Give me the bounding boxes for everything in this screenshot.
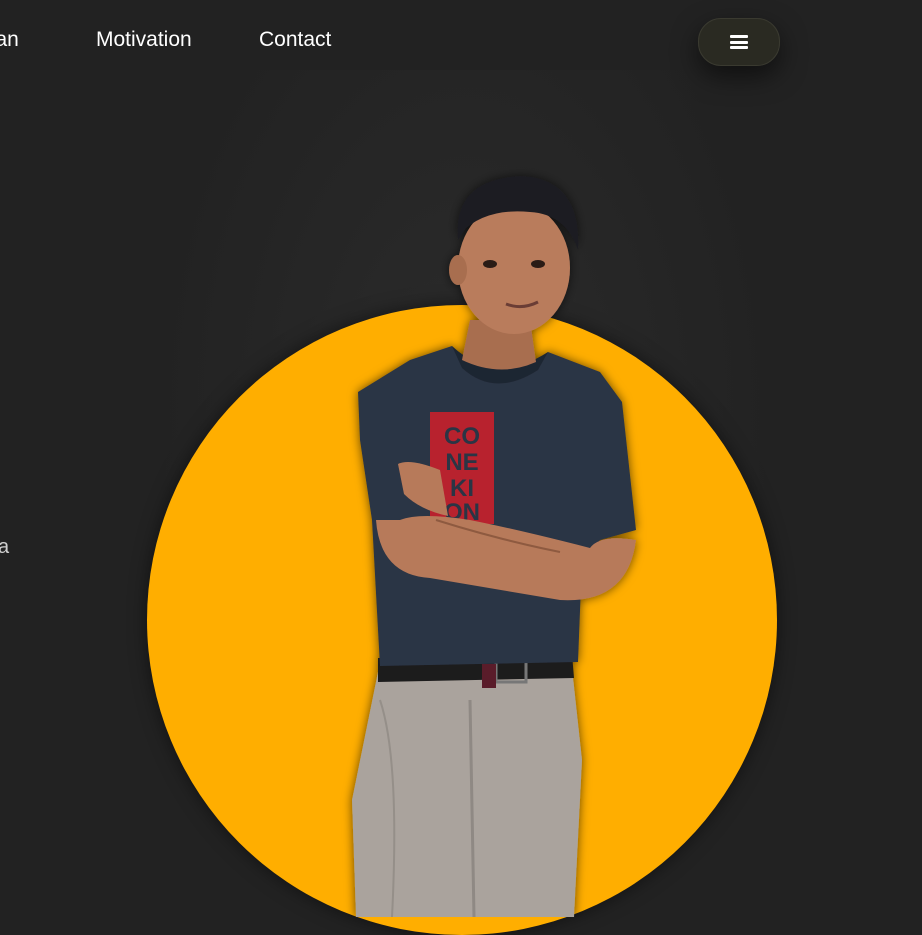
svg-text:KI: KI — [450, 475, 474, 502]
svg-text:NE: NE — [445, 449, 478, 476]
svg-text:CO: CO — [444, 423, 480, 450]
portrait-image: CO NE KI ON — [352, 176, 636, 917]
